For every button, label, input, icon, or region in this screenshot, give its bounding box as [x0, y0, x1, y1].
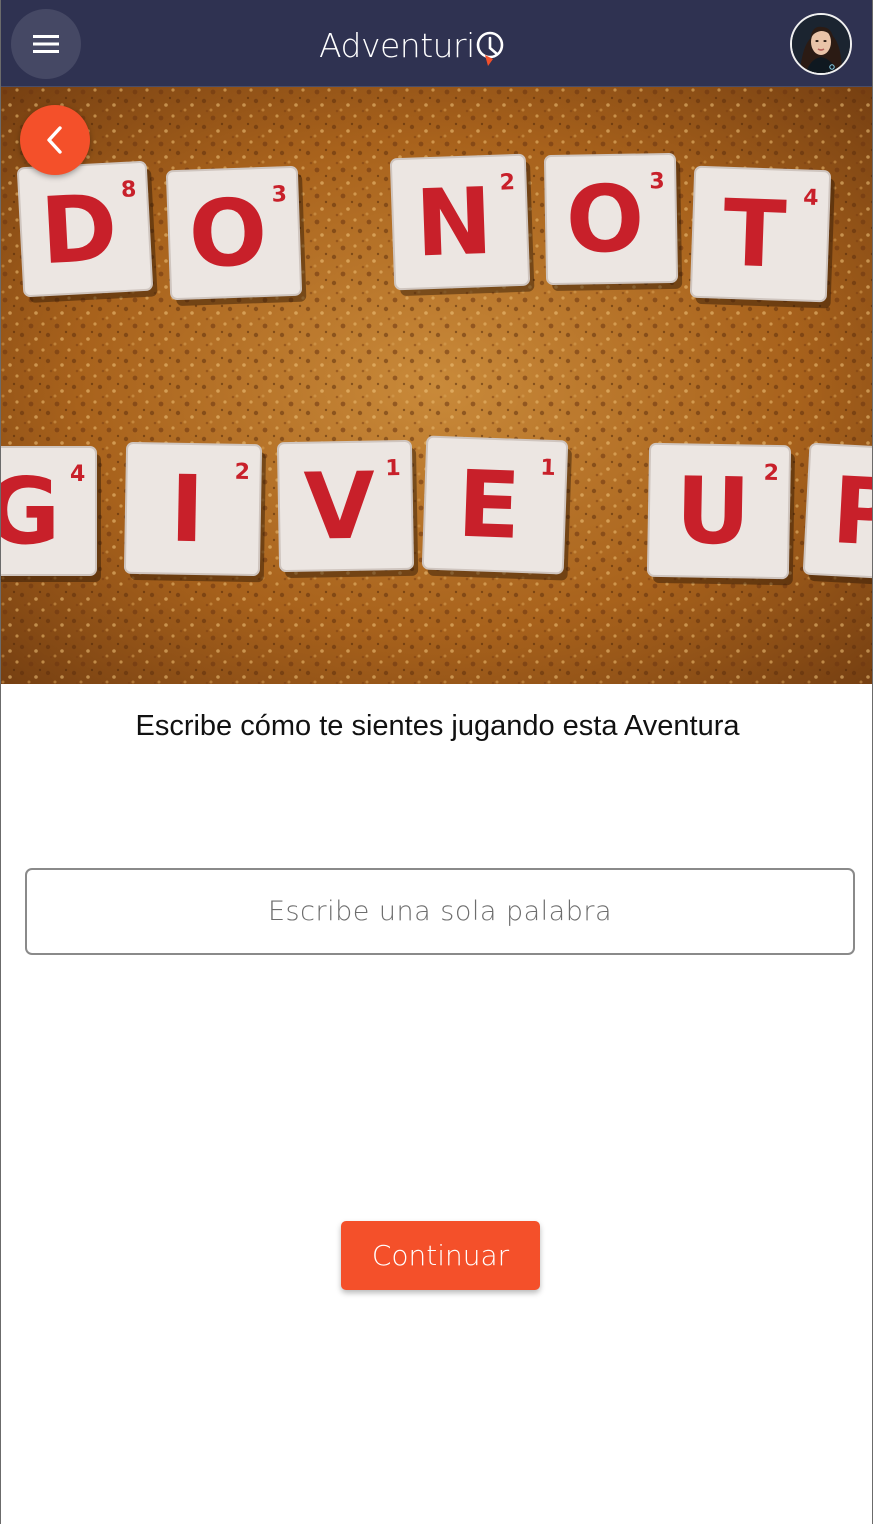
- row2-tile-letter: U: [675, 457, 752, 565]
- row1-tile-score: 8: [120, 177, 137, 203]
- row1-tile-2: O3: [166, 165, 307, 306]
- row1-tile-letter: T: [721, 180, 788, 289]
- row1-tile-score: 2: [499, 170, 515, 196]
- row2-tile-score: 1: [540, 456, 556, 482]
- feeling-word-input[interactable]: [25, 868, 855, 955]
- row2-tile-2: I2: [123, 441, 266, 583]
- brand-name: Adventuri: [319, 25, 475, 65]
- row2-tile-score: 4: [70, 462, 85, 487]
- row2-tile-score: 1: [385, 456, 401, 481]
- row2-tile-letter: P: [830, 457, 873, 567]
- hero-image-svg: D8O3N2O3T4G4I2V1E1U2P: [1, 87, 873, 684]
- row2-tile-score: 2: [234, 460, 250, 485]
- row2-tile-5: U2: [646, 442, 795, 586]
- row2-tile-4: E1: [421, 435, 572, 581]
- row2-tile-score: 2: [763, 461, 779, 486]
- adventure-image: D8O3N2O3T4G4I2V1E1U2P: [1, 87, 873, 684]
- row1-tile-3: N2: [389, 153, 535, 296]
- row2-tile-3: V1: [276, 439, 419, 578]
- row2-tile-letter: G: [1, 458, 60, 565]
- menu-icon: [33, 35, 59, 53]
- question-text: Escribe cómo te sientes jugando esta Ave…: [135, 710, 740, 742]
- row1-tile-letter: O: [187, 179, 269, 289]
- menu-button[interactable]: [11, 9, 81, 79]
- top-app-bar: Adventuri: [1, 0, 872, 87]
- app-screen: Adventuri D 8 O 3 N 2 O 3 T 4 4 I 2 V 1 …: [0, 0, 873, 1524]
- row1-tile-1: D8: [17, 161, 158, 303]
- avatar-image: [792, 15, 850, 73]
- continue-button[interactable]: Continuar: [341, 1221, 540, 1290]
- brand-logo: Adventuri: [319, 20, 509, 70]
- row2-tile-6: P: [802, 442, 873, 588]
- row1-tile-4: O3: [543, 152, 683, 291]
- brand-mark-icon: [476, 31, 504, 66]
- row2-tile-letter: V: [303, 452, 376, 560]
- chevron-left-icon: [47, 126, 62, 154]
- row2-tile-letter: I: [169, 456, 205, 564]
- user-avatar[interactable]: [790, 13, 852, 75]
- row1-tile-letter: O: [565, 165, 645, 273]
- row2-tile-1: G4: [1, 446, 101, 582]
- row1-tile-score: 3: [271, 182, 287, 208]
- row1-tile-score: 3: [649, 169, 665, 194]
- row1-tile-score: 4: [803, 185, 819, 211]
- back-button[interactable]: [20, 105, 90, 175]
- row2-tile-letter: E: [456, 451, 523, 560]
- row1-tile-letter: D: [38, 174, 120, 285]
- row1-tile-letter: N: [414, 168, 495, 278]
- row1-tile-5: T4: [689, 165, 835, 309]
